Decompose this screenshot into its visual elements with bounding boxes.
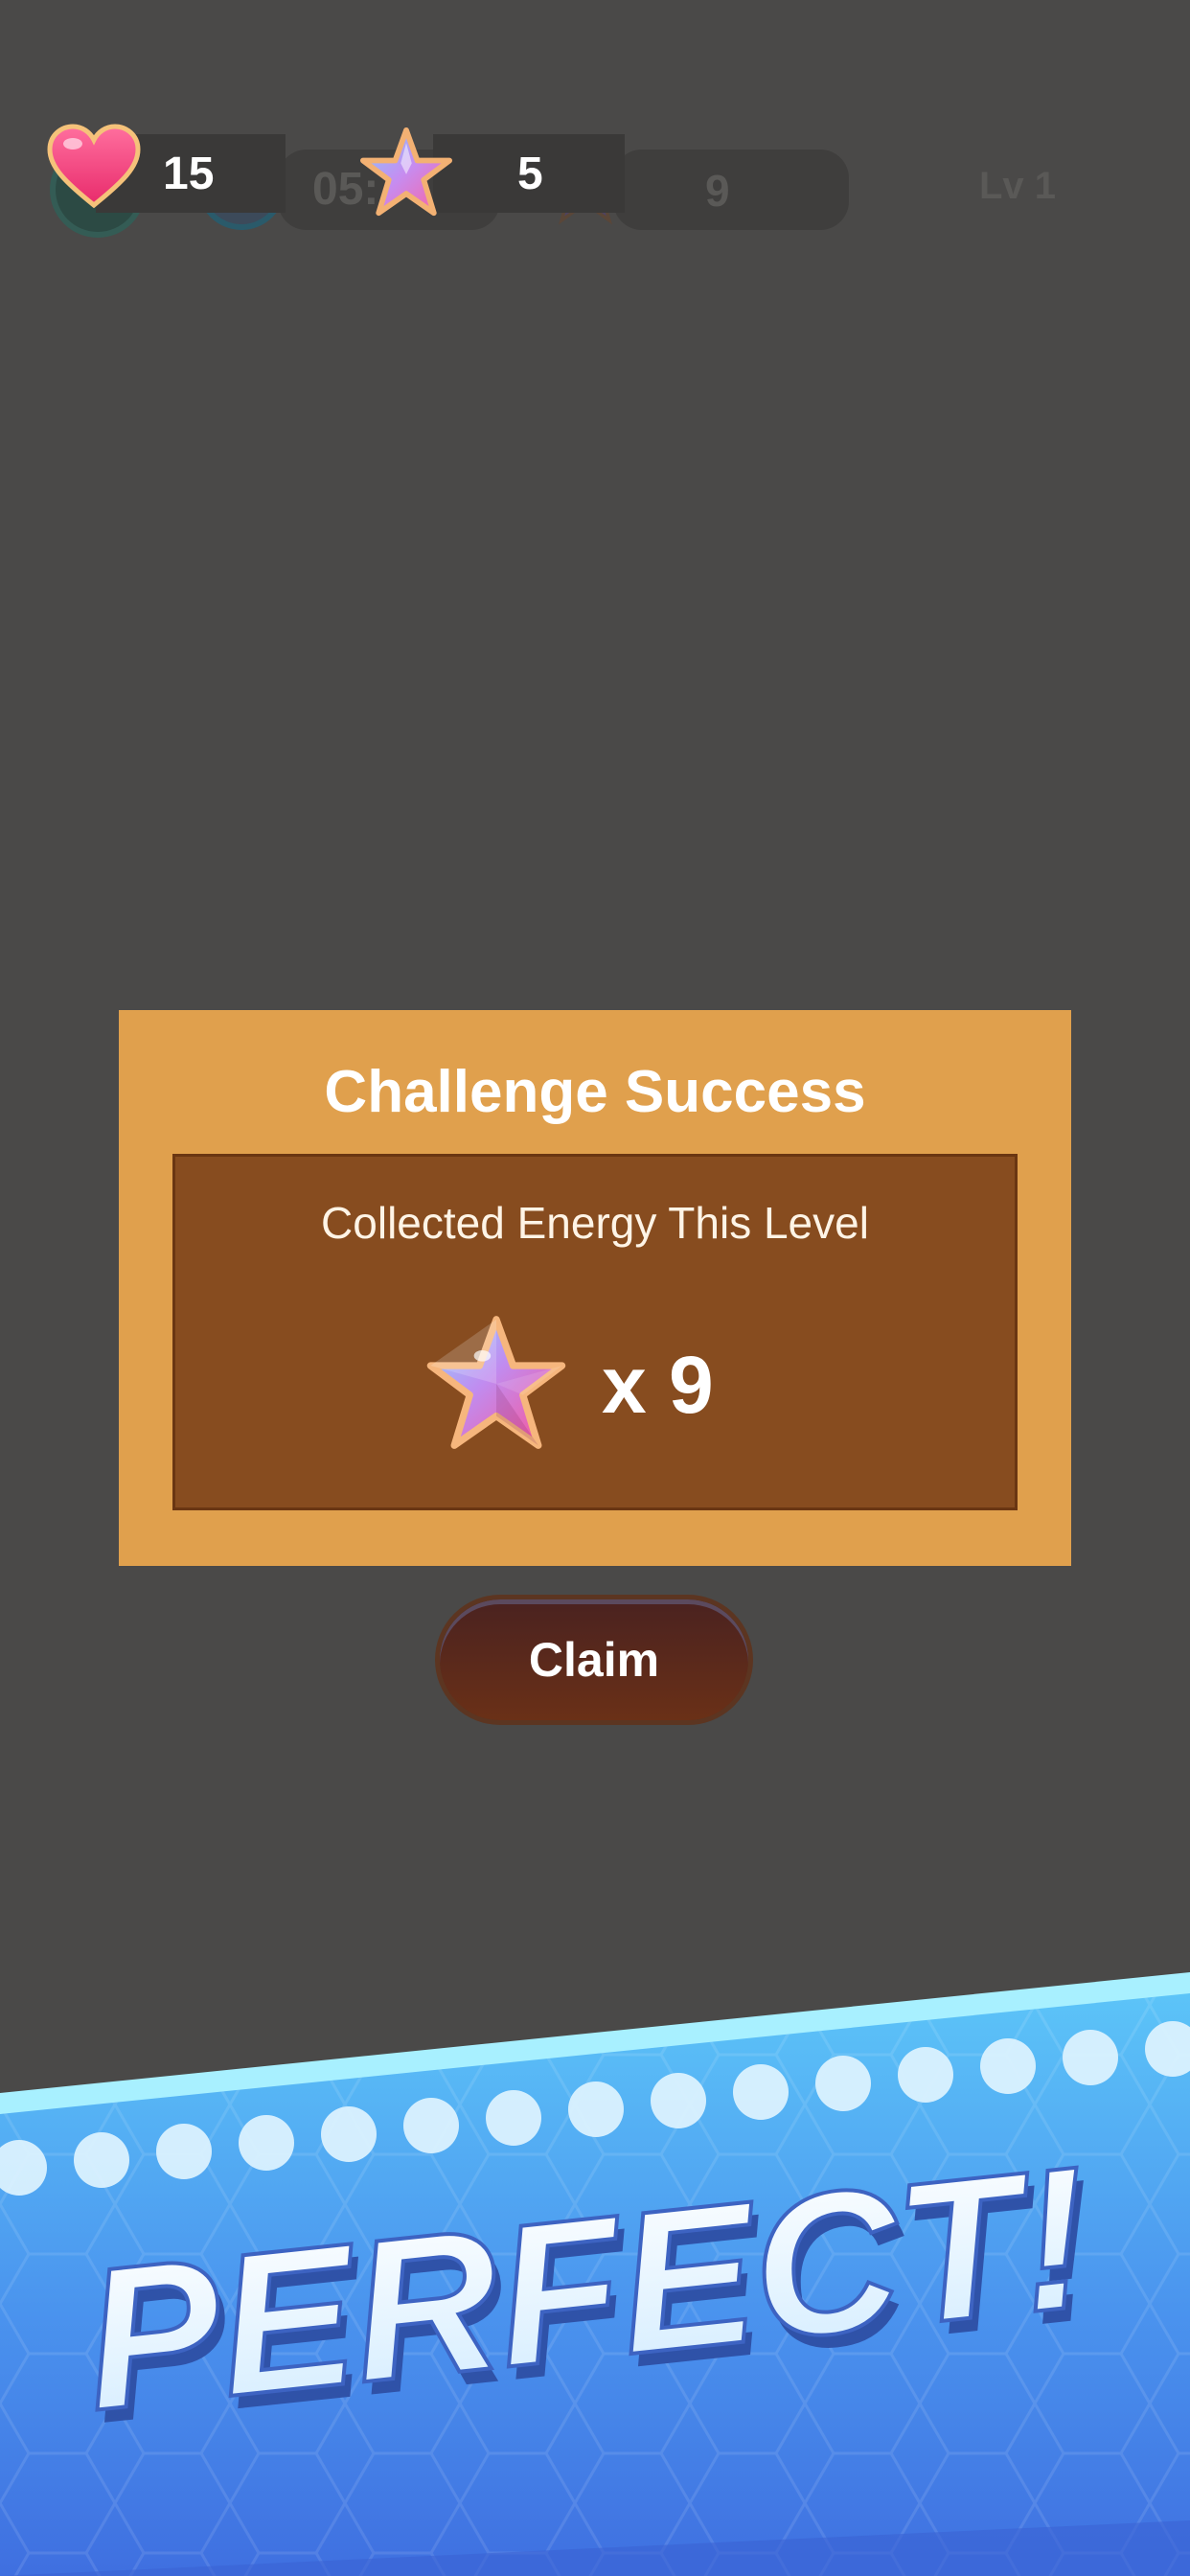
challenge-success-dialog: Challenge Success Collected Energy This … — [119, 1010, 1071, 1566]
reward-count: x 9 — [602, 1340, 714, 1430]
heart-icon — [47, 124, 141, 209]
reward-panel: Collected Energy This Level x 9 — [172, 1154, 1018, 1510]
lives-count: 15 — [163, 149, 215, 199]
reward-star-icon — [426, 1316, 566, 1449]
star-icon — [360, 126, 452, 217]
dialog-title: Challenge Success — [324, 1059, 866, 1125]
reward-label: Collected Energy This Level — [321, 1198, 869, 1248]
stars-count: 5 — [517, 149, 543, 199]
background-energy-text: 9 — [705, 166, 730, 216]
perfect-banner: PERFECT! PERFECT! — [0, 1955, 1190, 2576]
perfect-banner-graphic: PERFECT! PERFECT! — [0, 1972, 1190, 2576]
background-level-text: Lv 1 — [979, 165, 1057, 207]
claim-button[interactable]: Claim — [435, 1595, 753, 1725]
background-energy-pill — [613, 150, 849, 230]
